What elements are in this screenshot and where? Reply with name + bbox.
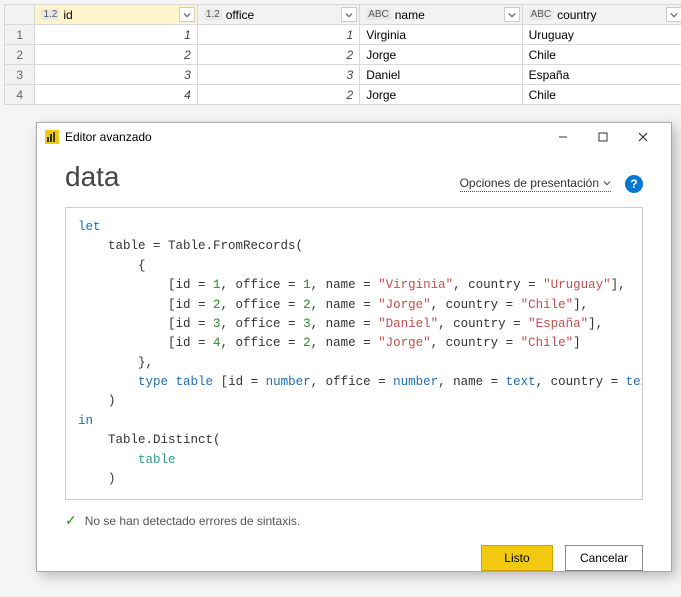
- data-table: 1.2id 1.2office ABCname ABCcountry 111Vi…: [4, 4, 681, 105]
- column-label: office: [226, 8, 254, 22]
- type-badge-text: ABC: [529, 9, 554, 20]
- column-header-office[interactable]: 1.2 office: [197, 5, 359, 25]
- close-button[interactable]: [623, 125, 663, 149]
- code-editor[interactable]: let table = Table.FromRecords( { [id = 1…: [65, 207, 643, 500]
- chevron-down-icon: [603, 179, 611, 187]
- column-label: id: [63, 8, 72, 22]
- type-badge-number: 1.2: [41, 9, 59, 20]
- cell-country[interactable]: Uruguay: [522, 25, 681, 45]
- row-number: 1: [5, 25, 35, 45]
- cell-name[interactable]: Virginia: [360, 25, 522, 45]
- cell-id[interactable]: 1: [35, 25, 197, 45]
- table-row[interactable]: 333DanielEspaña: [5, 65, 681, 85]
- advanced-editor-dialog: Editor avanzado data Opciones de present…: [36, 122, 672, 572]
- type-badge-text: ABC: [366, 9, 391, 20]
- cell-country[interactable]: España: [522, 65, 681, 85]
- row-number: 3: [5, 65, 35, 85]
- cell-id[interactable]: 4: [35, 85, 197, 105]
- column-filter-dropdown[interactable]: [504, 7, 520, 22]
- cell-office[interactable]: 3: [197, 65, 359, 85]
- column-header-name[interactable]: ABC name: [360, 5, 522, 25]
- app-icon: [45, 130, 59, 144]
- cell-office[interactable]: 2: [197, 85, 359, 105]
- table-row[interactable]: 111VirginiaUruguay: [5, 25, 681, 45]
- table-row[interactable]: 222JorgeChile: [5, 45, 681, 65]
- row-number: 2: [5, 45, 35, 65]
- check-icon: ✓: [65, 512, 77, 529]
- column-header-id[interactable]: 1.2 id: [35, 5, 197, 25]
- row-number: 4: [5, 85, 35, 105]
- window-title: Editor avanzado: [65, 130, 152, 144]
- cell-name[interactable]: Jorge: [360, 85, 522, 105]
- cancel-button[interactable]: Cancelar: [565, 545, 643, 571]
- cell-country[interactable]: Chile: [522, 45, 681, 65]
- column-filter-dropdown[interactable]: [179, 7, 195, 22]
- cell-office[interactable]: 1: [197, 25, 359, 45]
- column-filter-dropdown[interactable]: [666, 7, 681, 22]
- cell-id[interactable]: 3: [35, 65, 197, 85]
- type-badge-number: 1.2: [204, 9, 222, 20]
- title-bar: Editor avanzado: [37, 123, 671, 151]
- table-row[interactable]: 442JorgeChile: [5, 85, 681, 105]
- column-filter-dropdown[interactable]: [341, 7, 357, 22]
- cell-office[interactable]: 2: [197, 45, 359, 65]
- dialog-title: data: [65, 161, 120, 193]
- status-text: No se han detectado errores de sintaxis.: [85, 514, 300, 528]
- maximize-button[interactable]: [583, 125, 623, 149]
- display-options-dropdown[interactable]: Opciones de presentación: [460, 176, 611, 192]
- cell-name[interactable]: Jorge: [360, 45, 522, 65]
- cell-id[interactable]: 2: [35, 45, 197, 65]
- done-button[interactable]: Listo: [481, 545, 553, 571]
- column-header-country[interactable]: ABCcountry: [522, 5, 681, 25]
- cell-name[interactable]: Daniel: [360, 65, 522, 85]
- column-label: country: [557, 8, 596, 22]
- minimize-button[interactable]: [543, 125, 583, 149]
- row-header-blank: [5, 5, 35, 25]
- column-label: name: [395, 8, 425, 22]
- help-icon[interactable]: ?: [625, 175, 643, 193]
- cell-country[interactable]: Chile: [522, 85, 681, 105]
- syntax-status: ✓ No se han detectado errores de sintaxi…: [65, 512, 643, 529]
